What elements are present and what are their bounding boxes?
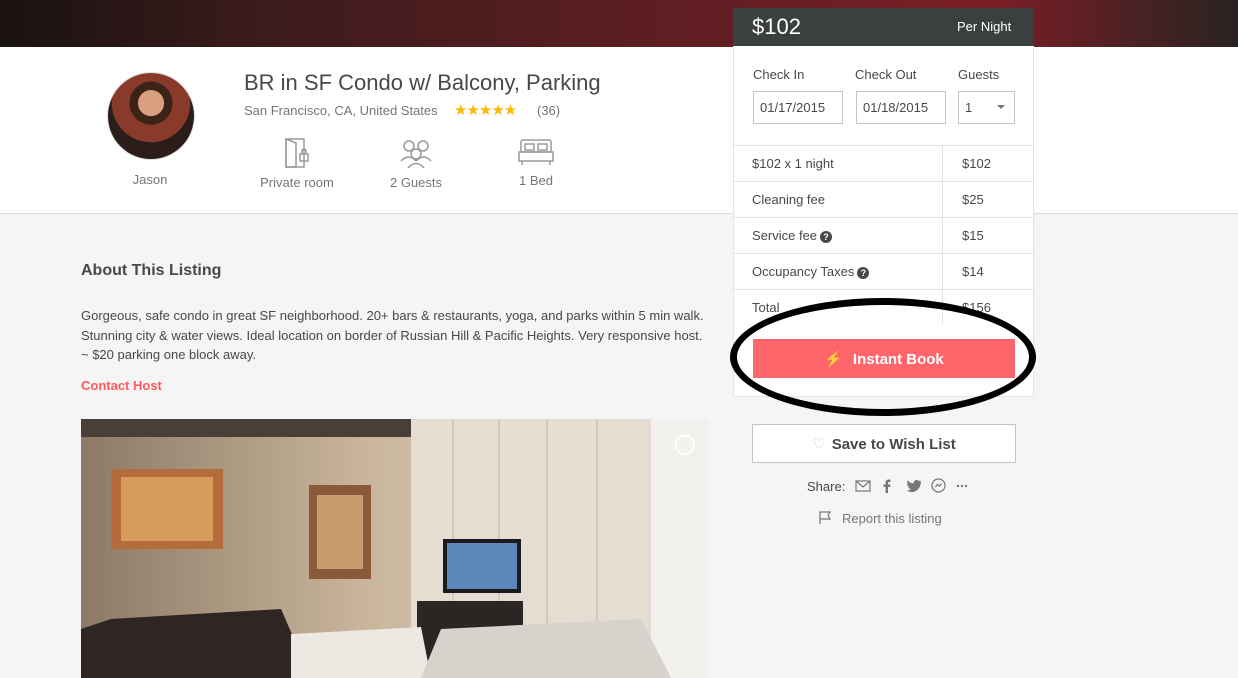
feature-label: 1 Bed: [519, 173, 553, 188]
instant-book-label: Instant Book: [852, 350, 944, 368]
fee-label: $102 x 1 night: [752, 156, 834, 171]
fee-row: $102 x 1 night $102: [734, 145, 1034, 181]
share-label: Share:: [807, 479, 846, 494]
review-count[interactable]: (36): [537, 103, 560, 118]
guests-label: Guests: [958, 67, 1000, 82]
door-icon: [285, 137, 309, 168]
fee-label: Occupancy Taxes: [752, 264, 855, 279]
hero-photo-strip: [0, 0, 1238, 47]
host-avatar[interactable]: [107, 72, 195, 160]
instant-book-button[interactable]: ⚡ Instant Book: [753, 339, 1015, 378]
fee-label-wrap: Service fee?: [752, 228, 833, 243]
fee-value: $102: [962, 156, 991, 171]
fee-value: $25: [962, 192, 984, 207]
fee-row-total: Total $156: [734, 289, 1034, 325]
fee-label: Service fee: [752, 228, 818, 243]
feature-room-type: Private room: [237, 137, 357, 190]
check-in-input[interactable]: 01/17/2015: [753, 91, 843, 124]
fee-value: $156: [962, 300, 991, 315]
check-out-label: Check Out: [855, 67, 917, 82]
facebook-icon[interactable]: [883, 479, 891, 493]
help-icon[interactable]: ?: [820, 230, 833, 243]
feature-label: Private room: [260, 175, 334, 190]
fee-row: Service fee? $15: [734, 217, 1034, 253]
living-room-photo: [81, 419, 709, 678]
host-name[interactable]: Jason: [107, 172, 193, 187]
email-icon[interactable]: [855, 480, 871, 492]
per-night-label: Per Night: [957, 19, 1012, 34]
nightly-price: $102: [752, 14, 801, 39]
about-description: Gorgeous, safe condo in great SF neighbo…: [81, 308, 704, 362]
fee-label: Cleaning fee: [752, 192, 825, 207]
fee-row: Cleaning fee $25: [734, 181, 1034, 217]
chevron-down-icon[interactable]: [997, 105, 1005, 109]
fee-value: $15: [962, 228, 984, 243]
rating-stars: ★★★★★: [454, 102, 517, 119]
listing-photo[interactable]: [81, 419, 709, 678]
fee-row: Occupancy Taxes? $14: [734, 253, 1034, 289]
flag-icon[interactable]: [818, 511, 832, 525]
listing-title: BR in SF Condo w/ Balcony, Parking: [244, 70, 601, 95]
feature-guests: 2 Guests: [356, 137, 476, 190]
contact-host-link[interactable]: Contact Host: [81, 378, 162, 393]
feature-beds: 1 Bed: [476, 137, 596, 188]
wishlist-label: Save to Wish List: [831, 435, 956, 453]
more-icon[interactable]: [956, 484, 968, 488]
save-to-wishlist-button[interactable]: ♡ Save to Wish List: [752, 424, 1016, 463]
price-breakdown: $102 x 1 night $102 Cleaning fee $25 Ser…: [734, 145, 1034, 325]
feature-label: 2 Guests: [389, 175, 443, 190]
fee-label: Total: [752, 300, 780, 315]
listing-location[interactable]: San Francisco, CA, United States: [244, 103, 438, 118]
guests-select[interactable]: 1: [958, 91, 1015, 124]
messenger-icon[interactable]: [931, 478, 946, 493]
guests-icon: [400, 140, 432, 169]
heart-icon: ♡: [812, 435, 826, 453]
help-icon[interactable]: ?: [857, 266, 870, 279]
twitter-icon[interactable]: [906, 480, 921, 492]
lightning-icon: ⚡: [824, 350, 843, 368]
check-in-label: Check In: [753, 67, 805, 82]
fee-label-wrap: Occupancy Taxes?: [752, 264, 870, 279]
report-listing-link[interactable]: Report this listing: [842, 511, 942, 526]
bed-icon: [518, 139, 554, 165]
about-heading: About This Listing: [81, 262, 222, 279]
fee-value: $14: [962, 264, 984, 279]
check-out-input[interactable]: 01/18/2015: [856, 91, 946, 124]
